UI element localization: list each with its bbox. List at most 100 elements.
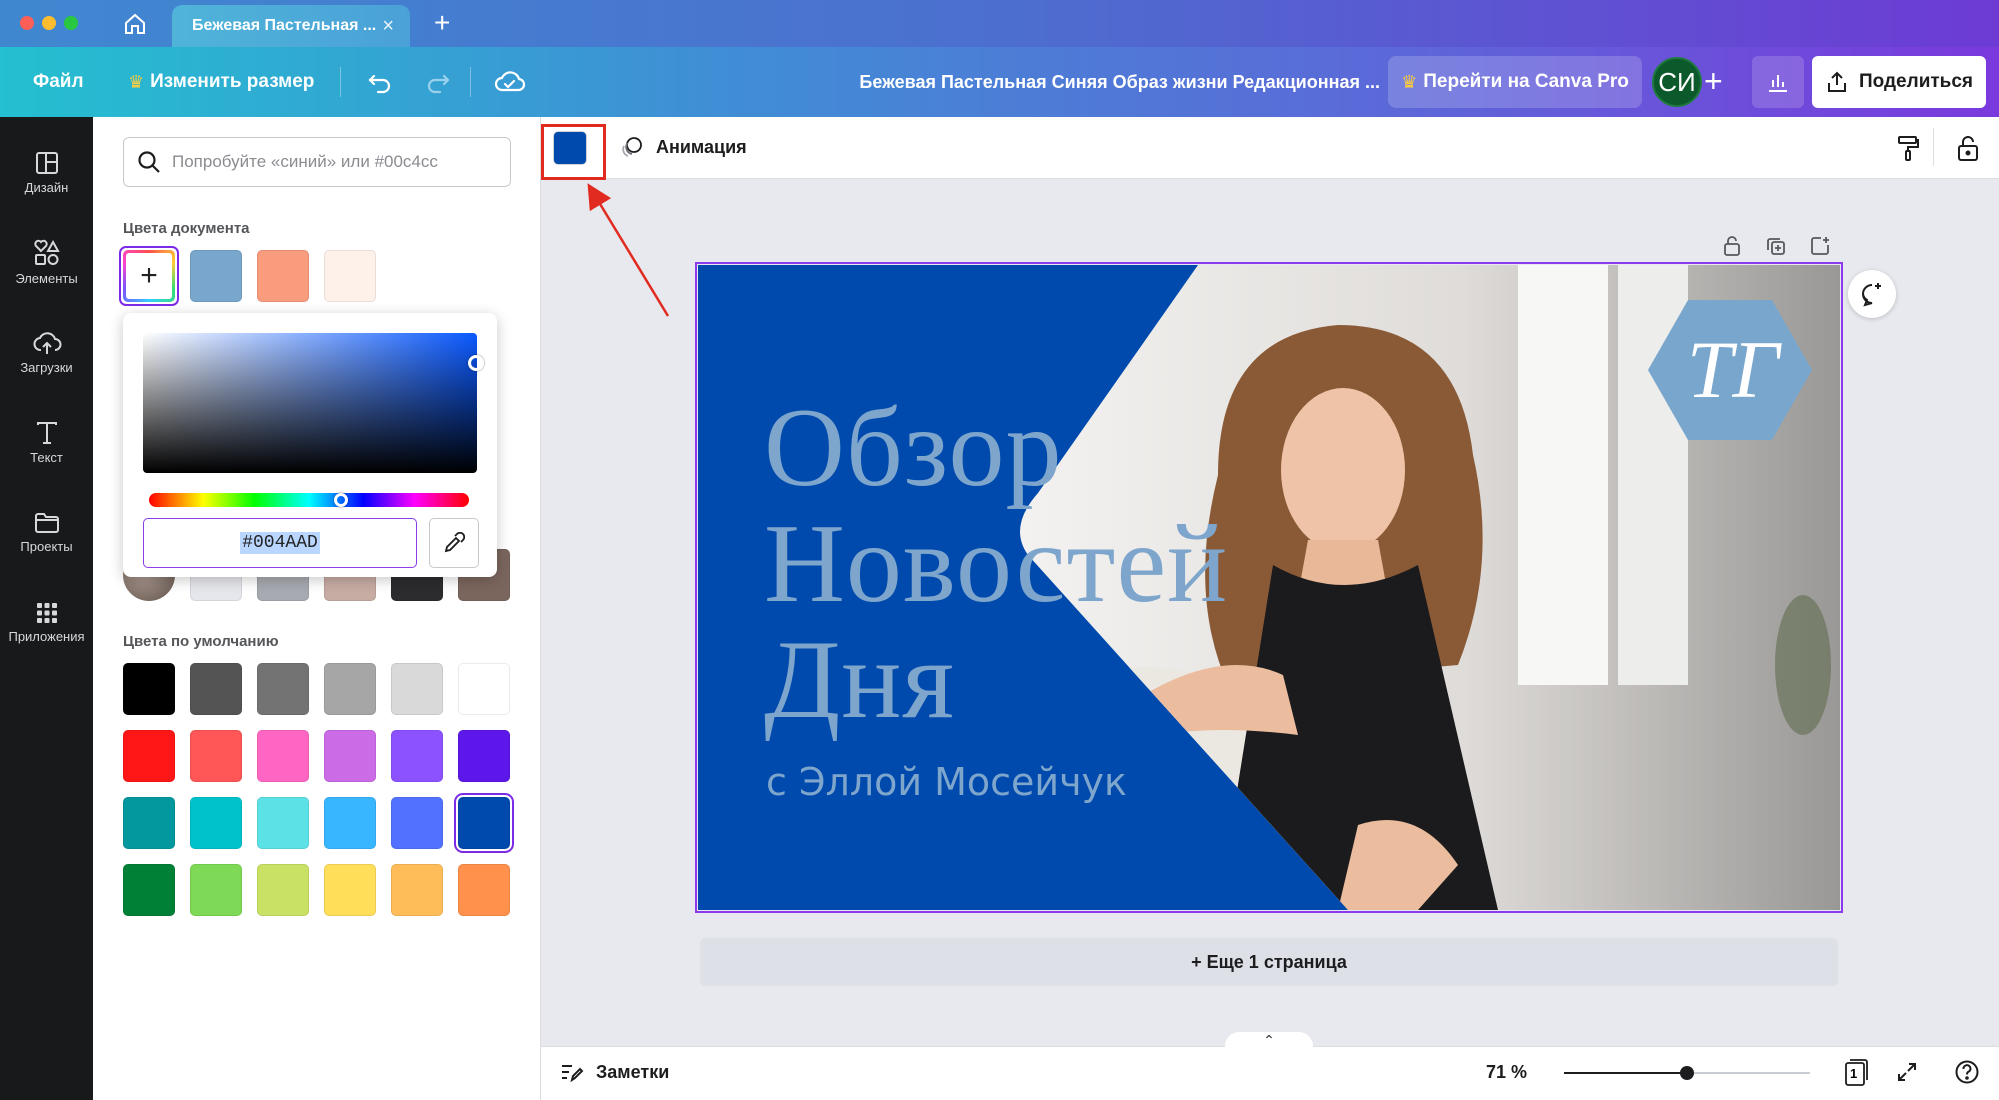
- hex-value: #004AAD: [240, 532, 320, 554]
- document-title[interactable]: Бежевая Пастельная Синяя Образ жизни Ред…: [780, 47, 1380, 117]
- default-color-swatch[interactable]: [458, 797, 510, 849]
- hex-color-input[interactable]: #004AAD: [143, 518, 417, 568]
- default-color-swatch[interactable]: [458, 663, 510, 715]
- share-icon: [1827, 71, 1846, 92]
- left-sidebar: Дизайн Элементы Загрузки Текст Проекты П…: [0, 117, 93, 1100]
- zoom-slider-handle[interactable]: [1680, 1066, 1694, 1080]
- selection-border: [695, 262, 1843, 913]
- plus-icon: +: [126, 253, 172, 299]
- sidebar-item-label: Элементы: [15, 270, 78, 286]
- add-comment-icon[interactable]: [1848, 270, 1896, 318]
- annotation-arrow: [587, 183, 670, 317]
- animation-button[interactable]: Анимация: [618, 123, 747, 171]
- default-color-swatch[interactable]: [123, 864, 175, 916]
- document-color-swatch[interactable]: [257, 250, 309, 302]
- resize-button[interactable]: ♛ Изменить размер: [128, 47, 314, 117]
- sidebar-item-label: Приложения: [8, 628, 85, 644]
- default-color-swatch[interactable]: [190, 864, 242, 916]
- lock-page-icon[interactable]: [1712, 228, 1752, 264]
- default-color-swatch[interactable]: [123, 663, 175, 715]
- document-color-swatch[interactable]: [190, 250, 242, 302]
- default-color-swatch[interactable]: [257, 730, 309, 782]
- new-tab-button[interactable]: +: [434, 8, 450, 38]
- sidebar-item-apps[interactable]: Приложения: [0, 582, 93, 662]
- go-pro-button[interactable]: ♛ Перейти на Canva Pro: [1388, 56, 1642, 108]
- uploads-icon: [33, 331, 61, 354]
- insights-chart-icon[interactable]: [1752, 56, 1804, 108]
- fullscreen-icon[interactable]: [1891, 1056, 1923, 1088]
- default-color-swatch[interactable]: [324, 864, 376, 916]
- default-color-swatch[interactable]: [190, 797, 242, 849]
- add-page-icon[interactable]: [1800, 228, 1840, 264]
- crown-icon: ♛: [1401, 71, 1418, 92]
- add-color-button[interactable]: +: [123, 250, 175, 302]
- avatar[interactable]: СИ: [1652, 57, 1702, 107]
- sidebar-item-label: Проекты: [20, 538, 73, 554]
- go-pro-label: Перейти на Canva Pro: [1423, 71, 1629, 92]
- default-color-swatch[interactable]: [257, 864, 309, 916]
- eyedropper-icon[interactable]: [429, 518, 479, 568]
- active-tab[interactable]: Бежевая Пастельная ... ×: [172, 5, 410, 47]
- default-color-swatch[interactable]: [324, 730, 376, 782]
- folder-icon: [34, 512, 59, 533]
- default-color-swatch[interactable]: [391, 864, 443, 916]
- default-color-swatch[interactable]: [324, 663, 376, 715]
- color-search-input[interactable]: [172, 152, 492, 172]
- saturation-value-handle[interactable]: [468, 355, 484, 371]
- close-window-button[interactable]: [20, 16, 34, 30]
- default-colors-title: Цвета по умолчанию: [123, 633, 279, 650]
- annotation-highlight-box: [541, 124, 606, 180]
- default-color-swatch[interactable]: [123, 797, 175, 849]
- duplicate-page-icon[interactable]: [1756, 228, 1796, 264]
- default-color-swatch[interactable]: [391, 663, 443, 715]
- search-icon: [138, 151, 160, 173]
- hue-slider-handle[interactable]: [334, 493, 348, 507]
- default-color-swatch[interactable]: [190, 730, 242, 782]
- page-number: 1: [1850, 1066, 1858, 1081]
- document-color-swatch[interactable]: [324, 250, 376, 302]
- sidebar-item-uploads[interactable]: Загрузки: [0, 312, 93, 392]
- undo-icon[interactable]: [366, 47, 394, 117]
- hue-slider[interactable]: [149, 493, 469, 507]
- copy-style-paint-roller-icon[interactable]: [1888, 128, 1928, 168]
- toolbar-divider: [340, 67, 341, 97]
- animation-icon: [622, 137, 642, 157]
- add-member-button[interactable]: +: [1704, 65, 1723, 97]
- sidebar-item-projects[interactable]: Проекты: [0, 492, 93, 572]
- file-menu-button[interactable]: Файл: [33, 47, 84, 117]
- default-color-swatch[interactable]: [257, 663, 309, 715]
- editor-toolbar: Файл ♛ Изменить размер Бежевая Пастельна…: [0, 47, 1999, 117]
- default-color-swatch[interactable]: [123, 730, 175, 782]
- zoom-level[interactable]: 71 %: [1486, 1052, 1527, 1092]
- page-count-button[interactable]: 1: [1840, 1056, 1872, 1088]
- resize-label: Изменить размер: [150, 71, 315, 92]
- saturation-value-field[interactable]: [143, 333, 477, 473]
- help-icon[interactable]: [1951, 1056, 1983, 1088]
- sidebar-item-design[interactable]: Дизайн: [0, 132, 93, 212]
- add-more-pages-button[interactable]: + Еще 1 страница: [700, 938, 1838, 986]
- lock-icon[interactable]: [1948, 128, 1988, 168]
- default-color-swatch[interactable]: [257, 797, 309, 849]
- notes-label: Заметки: [596, 1061, 670, 1082]
- sidebar-item-elements[interactable]: Элементы: [0, 222, 93, 302]
- zoom-slider-fill: [1564, 1072, 1687, 1074]
- default-color-swatch[interactable]: [324, 797, 376, 849]
- color-search-box[interactable]: [123, 137, 511, 187]
- expand-pages-toggle[interactable]: ⌃: [1225, 1032, 1313, 1050]
- document-colors-title: Цвета документа: [123, 220, 250, 237]
- cloud-saved-icon[interactable]: [494, 47, 526, 117]
- default-color-swatch[interactable]: [391, 797, 443, 849]
- minimize-window-button[interactable]: [42, 16, 56, 30]
- sidebar-item-text[interactable]: Текст: [0, 402, 93, 482]
- tab-close-icon[interactable]: ×: [382, 15, 394, 38]
- default-color-swatch[interactable]: [458, 730, 510, 782]
- default-color-swatch[interactable]: [458, 864, 510, 916]
- redo-icon[interactable]: [424, 47, 452, 117]
- default-color-swatch[interactable]: [190, 663, 242, 715]
- crown-icon: ♛: [128, 71, 145, 92]
- notes-button[interactable]: Заметки: [560, 1052, 669, 1092]
- share-button[interactable]: Поделиться: [1812, 56, 1986, 108]
- default-color-swatch[interactable]: [391, 730, 443, 782]
- maximize-window-button[interactable]: [64, 16, 78, 30]
- home-icon[interactable]: [118, 8, 152, 40]
